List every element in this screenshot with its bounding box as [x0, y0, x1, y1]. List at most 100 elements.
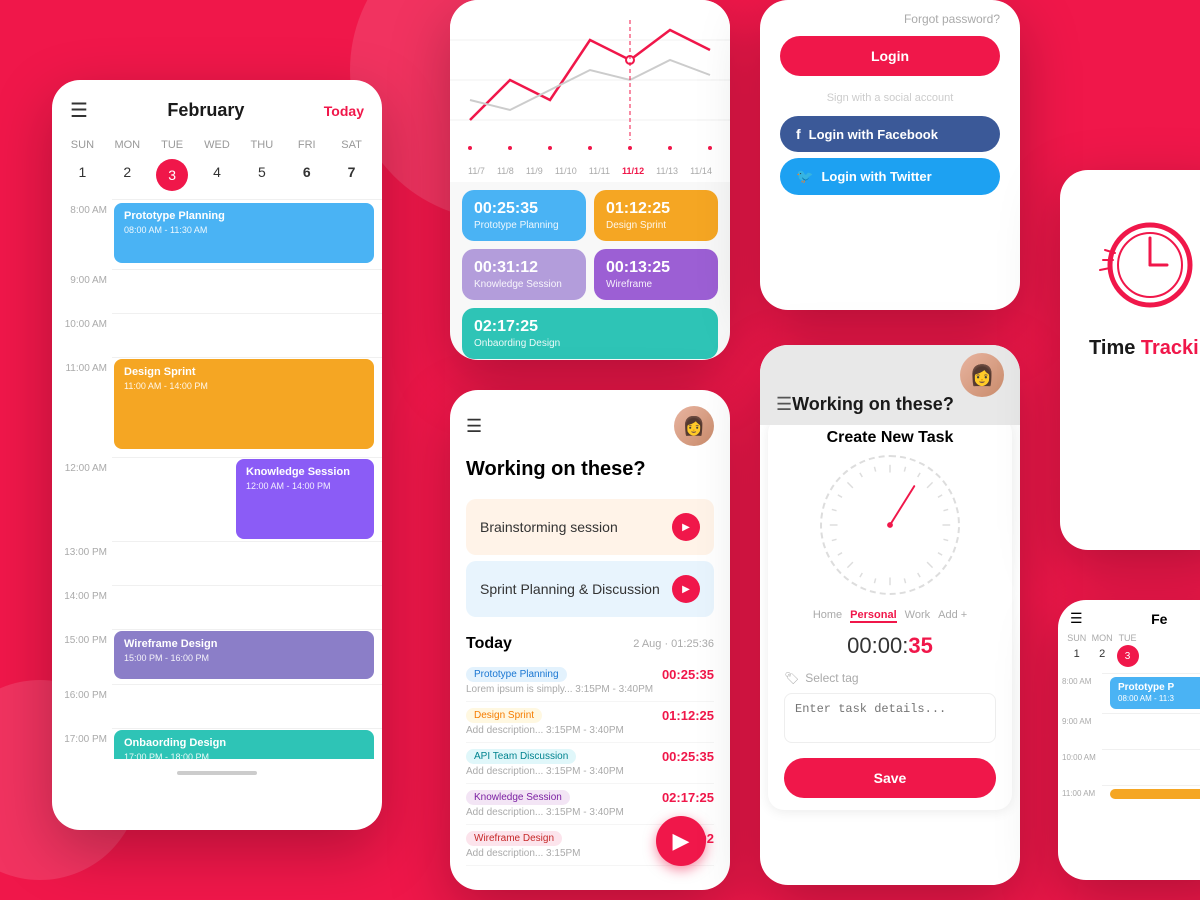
create-header: ☰ 👩 Working on these? [760, 345, 1020, 425]
today-header: Today 2 Aug · 01:25:36 [466, 635, 714, 653]
pcal-date-2[interactable]: 2 [1089, 645, 1114, 667]
log-time-3: 00:25:35 [662, 749, 714, 764]
time-label-9am: 9:00 AM [57, 275, 107, 286]
date-7[interactable]: 7 [329, 159, 374, 191]
date-6[interactable]: 6 [284, 159, 329, 191]
day-sat: SAT [329, 135, 374, 155]
pcal-date-3[interactable]: 3 [1117, 645, 1139, 667]
tab-work[interactable]: Work [905, 609, 930, 623]
task-sprint[interactable]: Sprint Planning & Discussion ▶ [466, 561, 714, 617]
timeslot-17pm: 17:00 PM Onbaording Design 17:00 PM - 18… [112, 728, 382, 759]
facebook-login-button[interactable]: f Login with Facebook [780, 116, 1000, 152]
event-knowledge[interactable]: Knowledge Session 12:00 AM - 14:00 PM [236, 459, 374, 539]
working-menu-icon[interactable]: ☰ [466, 416, 482, 437]
task-details-input[interactable] [784, 693, 996, 743]
event-onboarding[interactable]: Onbaording Design 17:00 PM - 18:00 PM [114, 730, 374, 759]
event-prototype[interactable]: Prototype Planning 08:00 AM - 11:30 AM [114, 203, 374, 263]
create-menu-icon[interactable]: ☰ [776, 394, 792, 415]
tile-name-2: Design Sprint [606, 220, 706, 231]
days-header: SUN MON TUE WED THU FRI SAT [52, 131, 382, 159]
tab-personal[interactable]: Personal [850, 609, 896, 623]
log-1: Prototype Planning 00:25:35 Lorem ipsum … [466, 661, 714, 702]
facebook-icon: f [796, 126, 801, 142]
tile-time-4: 00:13:25 [606, 259, 706, 277]
timetiles-card: 11/7 11/8 11/9 11/10 11/11 11/12 11/13 1… [450, 0, 730, 360]
chart-date-7: 11/13 [656, 166, 678, 176]
pcal-menu-icon[interactable]: ☰ [1070, 610, 1083, 627]
time-label-10am: 10:00 AM [57, 319, 107, 330]
pcal-event-yellow[interactable] [1110, 789, 1200, 799]
time-label-14pm: 14:00 PM [57, 591, 107, 602]
forgot-password-label[interactable]: Forgot password? [760, 0, 1020, 30]
date-1[interactable]: 1 [60, 159, 105, 191]
task-brainstorming[interactable]: Brainstorming session ▶ [466, 499, 714, 555]
pcal-slot-10am: 10:00 AM [1102, 749, 1200, 785]
pcal-date-1[interactable]: 1 [1064, 645, 1089, 667]
timeslot-11am: 11:00 AM Design Sprint 11:00 AM - 14:00 … [112, 357, 382, 457]
tile-time-5: 02:17:25 [474, 318, 706, 336]
home-bar [177, 771, 257, 775]
log-tag-4: Knowledge Session [466, 790, 570, 805]
timeslot-9am: 9:00 AM [112, 269, 382, 313]
timeslot-15pm: 15:00 PM Wireframe Design 15:00 PM - 16:… [112, 629, 382, 684]
event-design-sprint[interactable]: Design Sprint 11:00 AM - 14:00 PM [114, 359, 374, 449]
calendar-dates: 1 2 3 4 5 6 7 [52, 159, 382, 199]
pcal-day-mon: MON [1089, 633, 1114, 643]
tile-knowledge[interactable]: 00:31:12 Knowledge Session [462, 249, 586, 300]
tag-icon: 🏷 [784, 671, 799, 685]
login-button[interactable]: Login [780, 36, 1000, 76]
time-label-15pm: 15:00 PM [57, 635, 107, 646]
tab-home[interactable]: Home [813, 609, 842, 623]
day-sun: SUN [60, 135, 105, 155]
menu-icon[interactable]: ☰ [70, 98, 88, 123]
tab-row: Home Personal Work Add + [784, 603, 996, 629]
twitter-login-button[interactable]: 🐦 Login with Twitter [780, 158, 1000, 195]
date-4[interactable]: 4 [195, 159, 240, 191]
timer-display: 00:00:35 [784, 633, 996, 659]
pcal-slot-8am: 8:00 AM Prototype P08:00 AM - 11:3 [1102, 673, 1200, 713]
date-2[interactable]: 2 [105, 159, 150, 191]
today-button[interactable]: Today [324, 103, 364, 119]
tile-name-5: Onbaording Design [474, 338, 706, 349]
time-label-12pm: 12:00 AM [57, 463, 107, 474]
pcal-event-prototype[interactable]: Prototype P08:00 AM - 11:3 [1110, 677, 1200, 709]
tab-add[interactable]: Add + [938, 609, 967, 623]
pcal-day-sun: SUN [1064, 633, 1089, 643]
chart-date-active[interactable]: 11/12 [622, 166, 644, 176]
date-3[interactable]: 3 [156, 159, 188, 191]
date-5[interactable]: 5 [239, 159, 284, 191]
tile-designsprint[interactable]: 01:12:25 Design Sprint [594, 190, 718, 241]
timeslot-12pm: 12:00 AM Knowledge Session 12:00 AM - 14… [112, 457, 382, 541]
time-label-16pm: 16:00 PM [57, 690, 107, 701]
chart-date-3: 11/9 [526, 166, 543, 176]
tile-onboarding[interactable]: 02:17:25 Onbaording Design [462, 308, 718, 359]
select-tag-label[interactable]: Select tag [805, 671, 858, 685]
facebook-label: Login with Facebook [809, 127, 938, 142]
pcal-time-11am: 11:00 AM [1062, 789, 1095, 798]
working-card: ☰ 👩 Working on these? Brainstorming sess… [450, 390, 730, 890]
pcal-month: Fe [1083, 611, 1200, 627]
tt-time-label: Time [1089, 337, 1141, 359]
pcal-day-tue: TUE [1115, 633, 1140, 643]
working-title: Working on these? [450, 454, 730, 493]
chart-area [450, 0, 730, 160]
pcal-dates: 1 2 3 [1058, 645, 1200, 673]
social-divider: Sign with a social account [760, 92, 1020, 104]
play-sprint[interactable]: ▶ [672, 575, 700, 603]
timeslot-10am: 10:00 AM [112, 313, 382, 357]
save-button[interactable]: Save [784, 758, 996, 798]
create-task-card: ☰ 👩 Working on these? Create New Task [760, 345, 1020, 885]
tile-prototype[interactable]: 00:25:35 Prototype Planning [462, 190, 586, 241]
tile-name-1: Prototype Planning [474, 220, 574, 231]
day-fri: FRI [284, 135, 329, 155]
event-wireframe[interactable]: Wireframe Design 15:00 PM - 16:00 PM [114, 631, 374, 679]
play-brainstorming[interactable]: ▶ [672, 513, 700, 541]
pcal-timeline: 8:00 AM Prototype P08:00 AM - 11:3 9:00 … [1058, 673, 1200, 821]
pcal-header: ☰ Fe [1058, 600, 1200, 631]
chart-svg [450, 0, 730, 160]
log-desc-3: Add description... 3:15PM - 3:40PM [466, 766, 714, 777]
tile-name-3: Knowledge Session [474, 279, 574, 290]
tile-wireframe[interactable]: 00:13:25 Wireframe [594, 249, 718, 300]
timeslot-13pm: 13:00 PM [112, 541, 382, 585]
fab-play[interactable]: ▶ [656, 816, 706, 866]
